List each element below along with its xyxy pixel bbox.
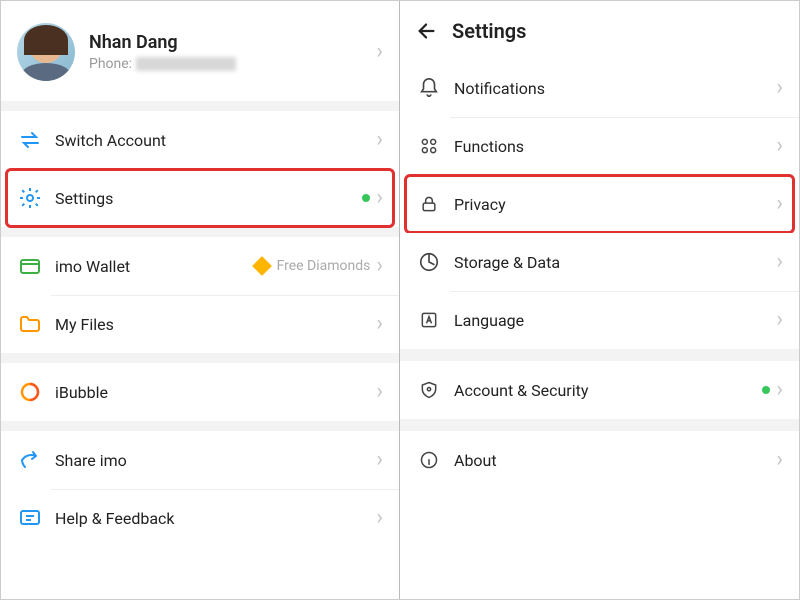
about-label: About bbox=[454, 451, 776, 470]
section-gap bbox=[1, 353, 399, 363]
ibubble-label: iBubble bbox=[55, 383, 376, 402]
privacy-label: Privacy bbox=[454, 195, 776, 214]
chevron-right-icon: › bbox=[776, 379, 783, 401]
grid-icon bbox=[416, 133, 442, 159]
notifications-label: Notifications bbox=[454, 79, 776, 98]
section-gap bbox=[1, 227, 399, 237]
notification-dot bbox=[762, 386, 770, 394]
section-gap bbox=[400, 419, 799, 431]
profile-pane: Nhan Dang Phone: › Switch Account › Sett… bbox=[1, 1, 400, 599]
chevron-right-icon: › bbox=[776, 449, 783, 471]
chevron-right-icon: › bbox=[776, 309, 783, 331]
bell-icon bbox=[416, 75, 442, 101]
folder-icon bbox=[17, 311, 43, 337]
ibubble-row[interactable]: iBubble › bbox=[1, 363, 399, 421]
notification-dot bbox=[362, 194, 370, 202]
functions-label: Functions bbox=[454, 137, 776, 156]
switch-account-row[interactable]: Switch Account › bbox=[1, 111, 399, 169]
help-label: Help & Feedback bbox=[55, 509, 376, 528]
files-row[interactable]: My Files › bbox=[1, 295, 399, 353]
info-icon bbox=[416, 447, 442, 473]
language-row[interactable]: Language › bbox=[400, 291, 799, 349]
gear-icon bbox=[17, 185, 43, 211]
privacy-row[interactable]: Privacy › bbox=[400, 175, 799, 233]
diamond-icon bbox=[252, 256, 272, 276]
security-row[interactable]: Account & Security › bbox=[400, 361, 799, 419]
share-icon bbox=[17, 447, 43, 473]
chevron-right-icon: › bbox=[776, 135, 783, 157]
profile-row[interactable]: Nhan Dang Phone: › bbox=[1, 1, 399, 101]
storage-icon bbox=[416, 249, 442, 275]
share-label: Share imo bbox=[55, 451, 376, 470]
switch-account-label: Switch Account bbox=[55, 131, 376, 150]
back-arrow-icon[interactable] bbox=[416, 20, 438, 42]
chevron-right-icon: › bbox=[376, 41, 383, 63]
wallet-badge: Free Diamonds bbox=[277, 258, 371, 274]
storage-row[interactable]: Storage & Data › bbox=[400, 233, 799, 291]
language-icon bbox=[416, 307, 442, 333]
functions-row[interactable]: Functions › bbox=[400, 117, 799, 175]
chevron-right-icon: › bbox=[376, 313, 383, 335]
settings-header: Settings bbox=[400, 1, 799, 59]
security-label: Account & Security bbox=[454, 381, 762, 400]
share-row[interactable]: Share imo › bbox=[1, 431, 399, 489]
chevron-right-icon: › bbox=[776, 77, 783, 99]
section-gap bbox=[1, 101, 399, 111]
wallet-icon bbox=[17, 253, 43, 279]
settings-label: Settings bbox=[55, 189, 362, 208]
lock-icon bbox=[416, 191, 442, 217]
about-row[interactable]: About › bbox=[400, 431, 799, 489]
chevron-right-icon: › bbox=[376, 507, 383, 529]
profile-phone-blurred bbox=[136, 57, 236, 71]
chevron-right-icon: › bbox=[376, 381, 383, 403]
profile-text: Nhan Dang Phone: bbox=[89, 32, 376, 72]
avatar bbox=[17, 23, 75, 81]
bubble-icon bbox=[17, 379, 43, 405]
chevron-right-icon: › bbox=[376, 449, 383, 471]
wallet-label: imo Wallet bbox=[55, 257, 255, 276]
language-label: Language bbox=[454, 311, 776, 330]
feedback-icon bbox=[17, 505, 43, 531]
chevron-right-icon: › bbox=[376, 187, 383, 209]
files-label: My Files bbox=[55, 315, 376, 334]
settings-pane: Settings Notifications › Functions › Pri… bbox=[400, 1, 799, 599]
chevron-right-icon: › bbox=[376, 129, 383, 151]
help-row[interactable]: Help & Feedback › bbox=[1, 489, 399, 547]
settings-row[interactable]: Settings › bbox=[1, 169, 399, 227]
profile-name: Nhan Dang bbox=[89, 32, 376, 53]
chevron-right-icon: › bbox=[776, 251, 783, 273]
storage-label: Storage & Data bbox=[454, 253, 776, 272]
notifications-row[interactable]: Notifications › bbox=[400, 59, 799, 117]
chevron-right-icon: › bbox=[776, 193, 783, 215]
shield-icon bbox=[416, 377, 442, 403]
section-gap bbox=[1, 421, 399, 431]
settings-title: Settings bbox=[452, 19, 526, 43]
section-gap bbox=[400, 349, 799, 361]
wallet-row[interactable]: imo Wallet Free Diamonds › bbox=[1, 237, 399, 295]
profile-phone-label: Phone: bbox=[89, 56, 132, 72]
switch-icon bbox=[17, 127, 43, 153]
chevron-right-icon: › bbox=[376, 255, 383, 277]
